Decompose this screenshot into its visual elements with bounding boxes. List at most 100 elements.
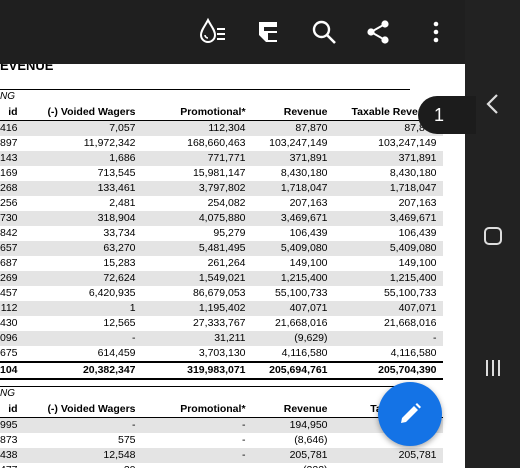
table-cell: 096 — [0, 331, 24, 346]
table-cell: 269 — [0, 271, 24, 286]
column-header: (-) Voided Wagers — [23, 402, 142, 418]
table-cell: 149,100 — [289, 257, 328, 269]
table-cell: 7,057 — [23, 120, 142, 136]
table-cell: 3,703,130 — [198, 347, 246, 359]
table-cell: 205,781 — [251, 448, 334, 463]
table-cell: (9,629) — [251, 331, 334, 346]
table-cell: 1,195,402 — [141, 301, 252, 316]
table-cell: 713,545 — [97, 167, 136, 179]
column-header: id — [0, 105, 24, 121]
table-row: 143 1,686 771,771 371,891 371,891 — [0, 151, 443, 166]
table-cell: 63,270 — [23, 241, 142, 256]
section-subtitle: NG — [0, 91, 15, 102]
column-header: Revenue — [251, 105, 334, 121]
home-button[interactable] — [475, 218, 511, 254]
back-button[interactable] — [475, 86, 511, 122]
table-row: 416 7,057 112,304 87,870 87,870 — [0, 120, 443, 136]
table-cell: 12,548 — [23, 448, 142, 463]
table-total-row: 104 20,382,347 319,983,071 205,694,761 205,7… — [0, 361, 443, 380]
table-cell: 15,283 — [103, 257, 136, 269]
table-cell: 1,549,021 — [141, 271, 252, 286]
total-cell: 20,382,347 — [23, 361, 142, 380]
table-cell: 657 — [0, 241, 24, 256]
home-square-icon — [484, 227, 502, 245]
system-navigation-bar — [465, 0, 520, 468]
table-cell: 675 — [0, 347, 18, 359]
fill-sign-icon[interactable] — [196, 16, 228, 48]
table-cell: 205,781 — [333, 448, 443, 463]
table-cell: 4,116,580 — [281, 347, 328, 359]
table-cell: 842 — [0, 227, 18, 239]
table-cell: 477 — [0, 463, 24, 468]
table-cell: 31,211 — [141, 331, 252, 346]
table-header-row: id (-) Voided Wagers Promotional* Revenu… — [0, 402, 443, 418]
table-cell: 103,247,149 — [378, 137, 437, 149]
table-row: 657 63,270 5,481,495 5,409,080 5,409,080 — [0, 241, 443, 256]
column-header: (-) Voided Wagers — [23, 105, 142, 121]
table-row: 995--194,95019 — [0, 417, 443, 433]
total-cell: 205,694,761 — [251, 361, 334, 380]
table-cell: 457 — [0, 287, 18, 299]
recents-lines-icon — [486, 360, 500, 376]
table-row: 457 6,420,935 86,679,053 55,100,733 55,100,7… — [0, 286, 443, 301]
revenue-table: id (-) Voided Wagers Promotional* Revenu… — [0, 105, 443, 380]
column-header: Promotional* — [141, 105, 252, 121]
table-row: 096-31,211 (9,629) - — [0, 331, 443, 346]
table-cell: 4,075,880 — [141, 211, 252, 226]
table-cell: 86,679,053 — [192, 287, 246, 299]
more-options-icon[interactable] — [420, 16, 452, 48]
table-body: 416 7,057 112,304 87,870 87,870 897 11,972,342… — [0, 120, 443, 380]
page-number-indicator[interactable]: 1 — [418, 96, 476, 134]
table-cell: 3,797,802 — [141, 181, 252, 196]
table-cell: 254,082 — [207, 197, 246, 209]
section-subtitle: NG — [0, 388, 15, 399]
pdf-viewer-app: EVENUE NG id (-) Voided Wagers Promotion… — [0, 0, 465, 468]
search-icon[interactable] — [308, 16, 340, 48]
table-cell: - — [23, 331, 142, 346]
table-cell: 256 — [0, 197, 18, 209]
table-cell: 4,116,580 — [390, 347, 437, 359]
total-cell: 205,704,390 — [333, 361, 443, 380]
table-cell: 407,071 — [333, 301, 443, 316]
table-cell: 371,891 — [251, 151, 334, 166]
table-cell: 106,439 — [289, 227, 328, 239]
table-cell: 416 — [0, 120, 24, 136]
table-cell: 112,304 — [141, 120, 252, 136]
table-cell: 20 — [24, 463, 142, 468]
table-row: 675 614,459 3,703,130 4,116,580 4,116,580 — [0, 346, 443, 362]
edit-fab-button[interactable] — [378, 382, 442, 446]
table-cell: 194,950 — [251, 417, 334, 433]
table-cell: 103,247,149 — [269, 137, 328, 149]
table-cell: 1,718,047 — [251, 181, 334, 196]
table-row: 268 133,461 3,797,802 1,718,047 1,718,047 — [0, 181, 443, 196]
table-cell: 95,279 — [213, 227, 246, 239]
table-header-row: id (-) Voided Wagers Promotional* Revenu… — [0, 105, 443, 121]
table-cell: 5,481,495 — [141, 241, 252, 256]
table-cell: 133,461 — [23, 181, 142, 196]
table-cell: 1,215,400 — [251, 271, 334, 286]
table-cell: 771,771 — [141, 151, 252, 166]
read-mode-icon[interactable] — [252, 16, 284, 48]
table-cell: 1,718,047 — [333, 181, 443, 196]
table-row: 430 12,565 27,333,767 21,668,016 21,668,016 — [0, 316, 443, 331]
table-cell: - — [23, 417, 142, 433]
table-cell: 168,660,463 — [187, 137, 246, 149]
table-cell: (222) — [252, 463, 334, 468]
table-cell: 3,469,671 — [333, 211, 443, 226]
table-cell — [334, 463, 443, 468]
table-row: 687 15,283 261,264 149,100 149,100 — [0, 256, 443, 271]
table-cell: 149,100 — [398, 257, 437, 269]
table-cell: 3,469,671 — [251, 211, 334, 226]
table-row: 842 33,734 95,279 106,439 106,439 — [0, 226, 443, 241]
share-icon[interactable] — [362, 16, 394, 48]
table-cell: 730 — [0, 211, 24, 226]
back-chevron-icon — [486, 94, 498, 114]
table-cell: 268 — [0, 181, 24, 196]
recents-button[interactable] — [475, 350, 511, 386]
section-title: EVENUE — [0, 64, 54, 73]
table-cell: 575 — [118, 434, 136, 446]
table-cell: 112 — [0, 301, 24, 316]
table-cell: 873 — [0, 434, 18, 446]
table-cell: (8,646) — [294, 434, 328, 446]
total-cell: 319,983,071 — [141, 361, 252, 380]
